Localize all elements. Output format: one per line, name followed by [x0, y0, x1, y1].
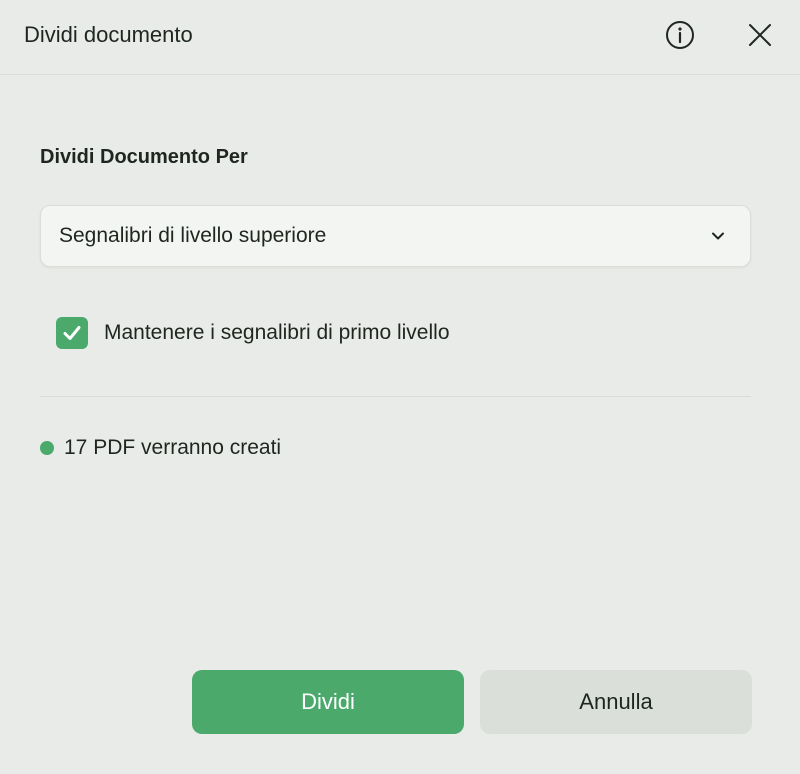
divider	[40, 396, 751, 397]
info-icon	[666, 21, 694, 49]
split-button[interactable]: Dividi	[192, 670, 464, 734]
chevron-down-icon	[710, 228, 726, 244]
status-dot-icon	[40, 441, 54, 455]
keep-bookmarks-checkbox[interactable]	[56, 317, 88, 349]
checkmark-icon	[63, 326, 81, 340]
status-message: 17 PDF verranno creati	[40, 434, 281, 462]
status-text: 17 PDF verranno creati	[64, 436, 282, 459]
cancel-button[interactable]: Annulla	[480, 670, 752, 734]
close-button[interactable]	[744, 19, 776, 51]
dialog-titlebar: Dividi documento	[0, 0, 800, 75]
split-method-select[interactable]: Segnalibri di livello superiore	[40, 205, 751, 267]
keep-bookmarks-label: Mantenere i segnalibri di primo livello	[104, 321, 450, 344]
split-method-value: Segnalibri di livello superiore	[59, 224, 327, 247]
split-by-label: Dividi Documento Per	[40, 146, 248, 168]
close-icon	[749, 24, 771, 46]
dialog-title: Dividi documento	[24, 22, 193, 47]
keep-bookmarks-option[interactable]: Mantenere i segnalibri di primo livello	[56, 316, 450, 350]
info-button[interactable]	[664, 19, 696, 51]
